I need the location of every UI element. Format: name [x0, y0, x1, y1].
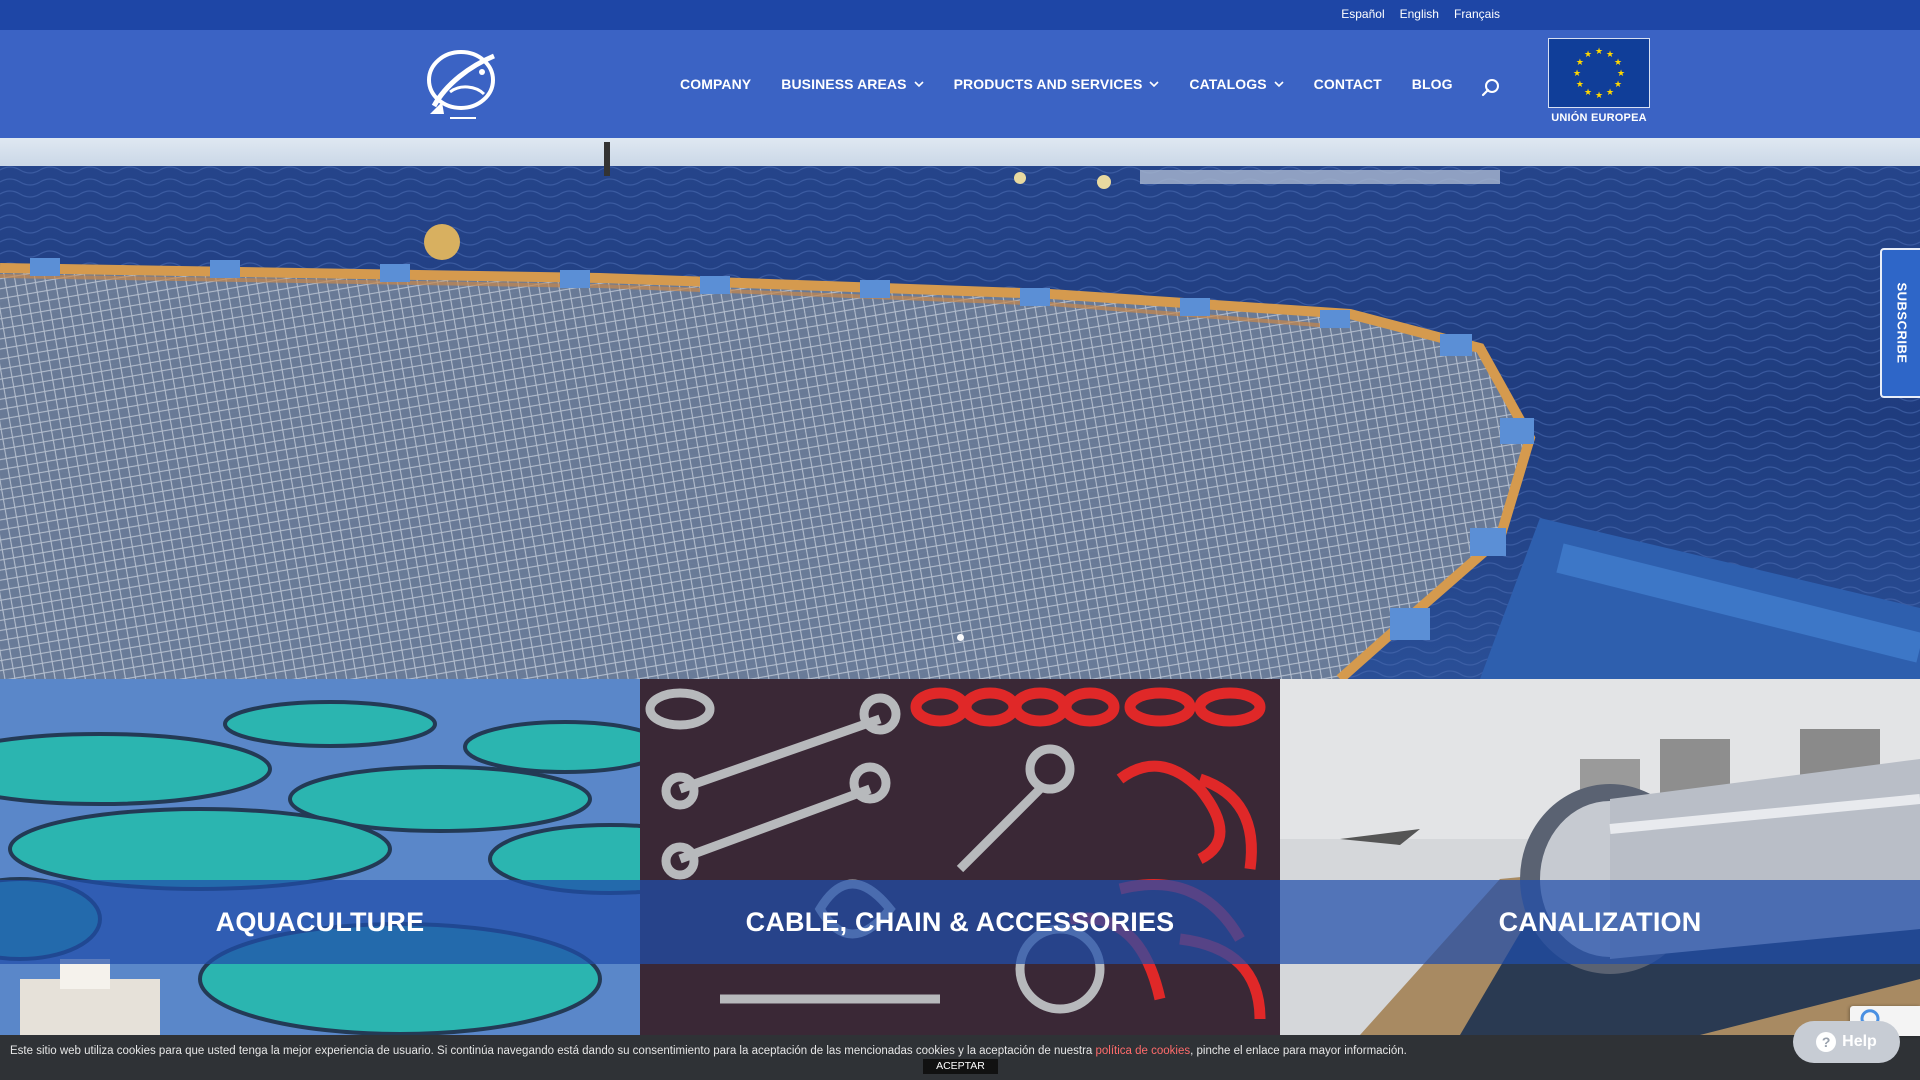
slider-dots	[0, 634, 1920, 641]
tile-title: CABLE, CHAIN & ACCESSORIES	[745, 906, 1175, 937]
nav-label: PRODUCTS AND SERVICES	[953, 76, 1143, 92]
hero-image	[0, 138, 1920, 679]
eu-star-icon: ★	[1584, 49, 1592, 59]
cookie-message-end: , pinche el enlace para mayor informació…	[1190, 1045, 1407, 1057]
nav-label: BUSINESS AREAS	[781, 76, 907, 92]
eu-flag-icon: ★ ★ ★ ★ ★ ★ ★ ★ ★ ★ ★ ★	[1548, 38, 1650, 108]
tile-cable-chain-accessories[interactable]: CABLE, CHAIN & ACCESSORIES	[640, 679, 1280, 1035]
search-icon[interactable]	[1480, 77, 1502, 99]
fish-logo-icon	[427, 50, 495, 119]
eu-star-icon: ★	[1614, 79, 1622, 89]
eu-badge[interactable]: ★ ★ ★ ★ ★ ★ ★ ★ ★ ★ ★ ★ UNIÓN EUROPEA	[1548, 38, 1650, 134]
language-switcher: Español English Français	[1341, 7, 1500, 21]
eu-star-icon: ★	[1576, 57, 1584, 67]
eu-star-icon: ★	[1617, 68, 1625, 78]
hero-slider	[0, 138, 1920, 679]
help-label: Help	[1842, 1033, 1877, 1050]
canalization-image	[1280, 679, 1920, 1035]
eu-star-icon: ★	[1606, 87, 1614, 97]
aquaculture-image	[0, 679, 640, 1035]
help-button[interactable]: ? Help	[1793, 1021, 1900, 1063]
subscribe-tab[interactable]: SUBSCRIBE	[1880, 248, 1920, 398]
accept-cookies-button[interactable]: ACEPTAR	[923, 1059, 998, 1074]
tile-title: CANALIZATION	[1498, 906, 1702, 937]
slider-dot[interactable]	[956, 634, 964, 641]
eu-star-icon: ★	[1576, 79, 1584, 89]
nav-business-areas[interactable]: BUSINESS AREAS	[781, 76, 924, 92]
category-tiles: AQUACULTURE CABLE, CHAIN & ACCESSORIES C…	[0, 679, 1920, 1035]
tile-aquaculture[interactable]: AQUACULTURE	[0, 679, 640, 1035]
cookie-policy-link[interactable]: política de cookies	[1096, 1045, 1191, 1057]
tile-band: AQUACULTURE	[0, 880, 640, 964]
eu-star-icon: ★	[1606, 49, 1614, 59]
subscribe-label: SUBSCRIBE	[1894, 282, 1910, 364]
lang-french[interactable]: Français	[1454, 7, 1500, 21]
nav-products-and-services[interactable]: PRODUCTS AND SERVICES	[954, 76, 1160, 92]
eu-star-icon: ★	[1614, 57, 1622, 67]
nav-blog[interactable]: BLOG	[1412, 76, 1453, 92]
site-logo[interactable]	[420, 44, 502, 126]
hardware-image	[640, 679, 1280, 1035]
cookie-text: Este sitio web utiliza cookies para que …	[10, 1045, 1407, 1057]
site-header: COMPANY BUSINESS AREAS PRODUCTS AND SERV…	[0, 30, 1920, 138]
tile-title: AQUACULTURE	[215, 906, 425, 937]
cookie-message: Este sitio web utiliza cookies para que …	[10, 1045, 1096, 1057]
main-nav: COMPANY BUSINESS AREAS PRODUCTS AND SERV…	[680, 76, 1483, 92]
tile-band: CABLE, CHAIN & ACCESSORIES	[640, 880, 1280, 964]
eu-star-icon: ★	[1573, 68, 1581, 78]
lang-english[interactable]: English	[1400, 7, 1439, 21]
eu-star-icon: ★	[1595, 46, 1603, 56]
nav-catalogs[interactable]: CATALOGS	[1189, 76, 1284, 92]
nav-label: COMPANY	[680, 76, 752, 92]
nav-label: CATALOGS	[1189, 76, 1267, 92]
nav-label: CONTACT	[1313, 76, 1382, 92]
nav-company[interactable]: COMPANY	[680, 76, 751, 92]
lang-spanish[interactable]: Español	[1341, 7, 1384, 21]
chevron-down-icon	[1149, 81, 1159, 88]
tile-band: CANALIZATION	[1280, 880, 1920, 964]
nav-label: BLOG	[1411, 76, 1453, 92]
nav-contact[interactable]: CONTACT	[1314, 76, 1382, 92]
chevron-down-icon	[1274, 81, 1284, 88]
eu-star-icon: ★	[1595, 90, 1603, 100]
language-bar: Español English Français	[0, 0, 1920, 30]
chevron-down-icon	[914, 81, 924, 88]
eu-label: UNIÓN EUROPEA	[1551, 112, 1647, 124]
tile-canalization[interactable]: CANALIZATION	[1280, 679, 1920, 1035]
eu-star-icon: ★	[1584, 87, 1592, 97]
help-icon: ?	[1816, 1032, 1837, 1052]
